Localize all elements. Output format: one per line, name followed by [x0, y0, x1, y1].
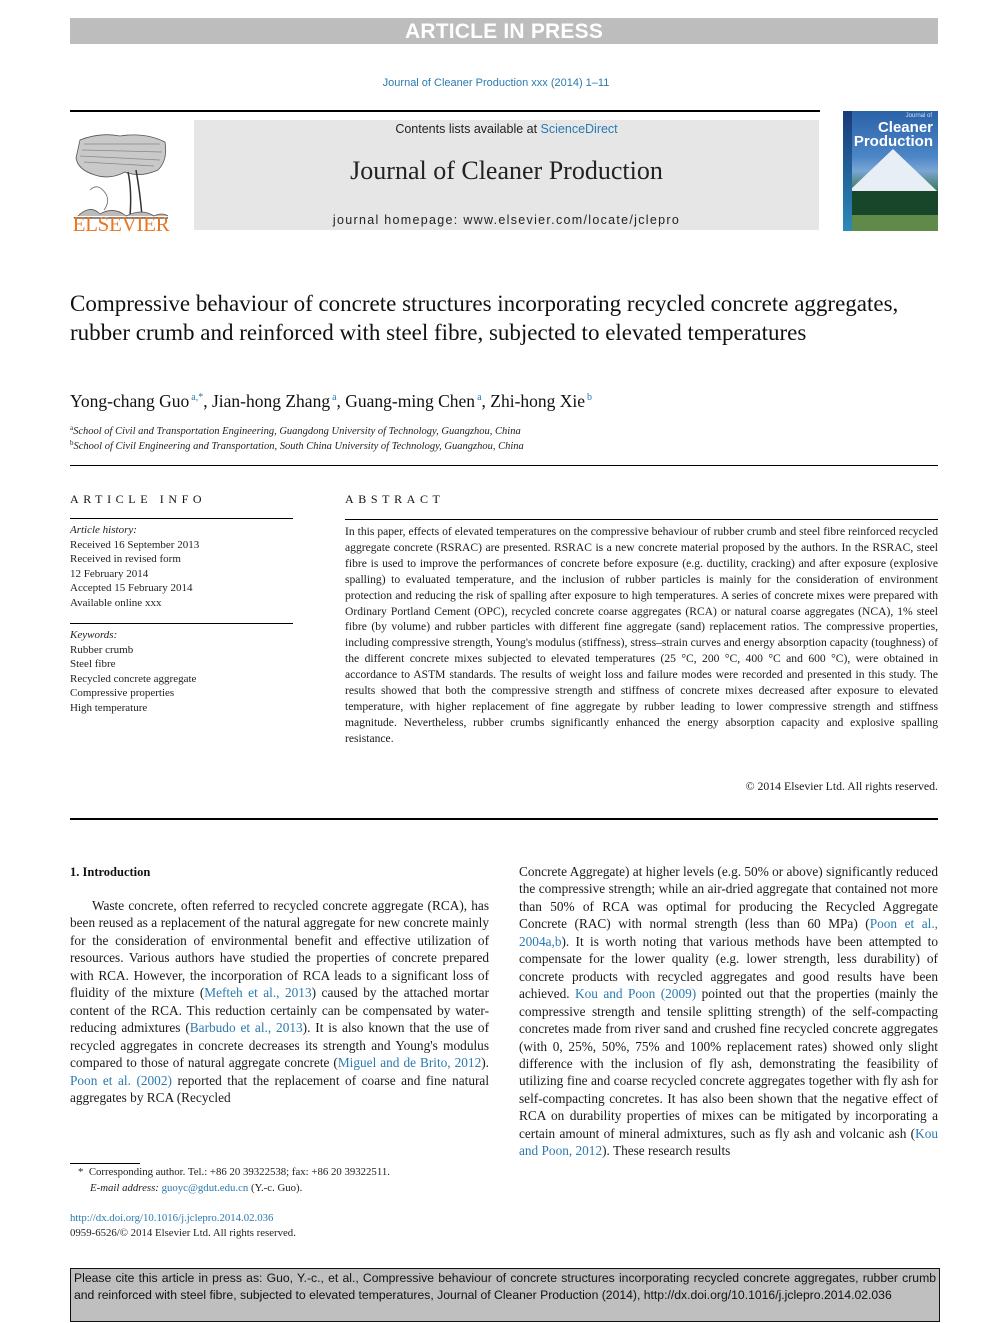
keyword: Recycled concrete aggregate [70, 672, 197, 685]
body-divider [70, 818, 938, 820]
author-name[interactable]: Yong-chang Guo [70, 391, 189, 411]
history-label: Article history: [70, 524, 137, 536]
cover-trees [843, 191, 938, 217]
citation-link[interactable]: Miguel and de Brito, 2012 [338, 1055, 481, 1070]
email-label: E-mail address: [90, 1181, 159, 1194]
body-text: ). These research results [602, 1143, 731, 1159]
email-suffix: (Y.-c. Guo). [248, 1181, 303, 1194]
section-divider [70, 465, 938, 466]
citation-notice-box: Please cite this article in press as: Gu… [70, 1268, 940, 1322]
author-affiliation-marker[interactable]: a,* [191, 392, 203, 403]
body-column-left: Waste concrete, often referred to recycl… [70, 897, 489, 1106]
cover-title: Cleaner Production [853, 120, 933, 150]
citation-notice-text: Please cite this article in press as: Gu… [74, 1271, 936, 1302]
cover-stripe [843, 111, 852, 231]
email-link[interactable]: guoyc@gdut.edu.cn [162, 1182, 249, 1194]
abstract-heading: ABSTRACT [345, 492, 445, 506]
contents-prefix: Contents lists available at [395, 122, 541, 136]
introduction-heading: 1. Introduction [70, 865, 151, 879]
keywords-rule [70, 623, 293, 624]
author-affiliation-marker[interactable]: a [477, 392, 481, 403]
journal-homepage: journal homepage: www.elsevier.com/locat… [194, 213, 819, 227]
issn-line: 0959-6526/© 2014 Elsevier Ltd. All right… [70, 1227, 296, 1239]
citation-link[interactable]: Kou and Poon (2009) [575, 986, 696, 1001]
author-affiliation-marker[interactable]: b [587, 392, 592, 403]
journal-reference-link[interactable]: Journal of Cleaner Production xxx (2014)… [0, 77, 992, 89]
affiliation: bSchool of Civil Engineering and Transpo… [70, 439, 524, 452]
author-affiliation-marker[interactable]: a [332, 392, 336, 403]
history-item: Available online xxx [70, 596, 162, 609]
keyword: Compressive properties [70, 687, 175, 699]
body-text: ). [481, 1055, 489, 1071]
author-list: Yong-chang Guo a,*, Jian-hong Zhang a, Gua… [70, 391, 593, 411]
citation-link[interactable]: Poon et al. (2002) [70, 1073, 172, 1088]
affiliation-text: School of Civil and Transportation Engin… [73, 426, 521, 437]
keyword: High temperature [70, 701, 148, 714]
corresponding-author-footnote: * Corresponding author. Tel.: +86 20 393… [78, 1165, 390, 1196]
paragraph: Waste concrete, often referred to recycl… [70, 897, 489, 1106]
journal-cover-image[interactable]: Journal of Cleaner Production [843, 111, 938, 231]
contents-line: Contents lists available at ScienceDirec… [194, 122, 819, 136]
affiliation-text: School of Civil Engineering and Transpor… [73, 441, 524, 452]
keywords-label: Keywords: [70, 629, 118, 641]
abstract-rule [345, 519, 938, 520]
header-rule [70, 110, 820, 112]
keyword: Steel fibre [70, 658, 116, 670]
author-name[interactable]: Zhi-hong Xie [490, 391, 585, 411]
footnote-rule [70, 1163, 140, 1164]
article-in-press-banner: ARTICLE IN PRESS [70, 18, 938, 44]
author-name[interactable]: Guang-ming Chen [345, 391, 475, 411]
elsevier-wordmark: ELSEVIER [72, 212, 170, 236]
history-item: Accepted 15 February 2014 [70, 582, 193, 594]
body-column-right: Concrete Aggregate) at higher levels (e.… [519, 863, 938, 1160]
history-item: Received in revised form [70, 553, 181, 565]
history-item: Received 16 September 2013 [70, 538, 200, 551]
journal-title: Journal of Cleaner Production [350, 156, 663, 185]
doi-link[interactable]: http://dx.doi.org/10.1016/j.jclepro.2014… [70, 1212, 273, 1224]
citation-link[interactable]: Barbudo et al., 2013 [190, 1020, 303, 1035]
cover-grass [843, 215, 938, 231]
affiliation: aSchool of Civil and Transportation Engi… [70, 424, 521, 437]
keyword: Rubber crumb [70, 643, 134, 656]
body-text: pointed out that the properties (mainly … [519, 986, 938, 1141]
citation-link[interactable]: Mefteh et al., 2013 [204, 985, 311, 1000]
footnote-marker: * [78, 1166, 84, 1178]
sciencedirect-link[interactable]: ScienceDirect [541, 122, 618, 136]
homepage-link[interactable]: www.elsevier.com/locate/jclepro [463, 213, 680, 227]
keywords-list: Keywords: Rubber crumb Steel fibre Recyc… [70, 628, 196, 715]
article-info-heading: ARTICLE INFO [70, 492, 207, 506]
homepage-prefix: journal homepage: [332, 213, 464, 227]
cover-title-line2: Production [853, 133, 933, 150]
footnote-contact: Corresponding author. Tel.: +86 20 39322… [88, 1166, 390, 1178]
author-name[interactable]: Jian-hong Zhang [212, 391, 330, 411]
abstract-text: In this paper, effects of elevated tempe… [345, 525, 938, 745]
abstract-copyright: © 2014 Elsevier Ltd. All rights reserved… [745, 779, 938, 793]
doi-block: http://dx.doi.org/10.1016/j.jclepro.2014… [70, 1211, 296, 1241]
article-title: Compressive behaviour of concrete struct… [70, 291, 899, 345]
article-history: Article history: Received 16 September 2… [70, 523, 199, 610]
article-info-rule [70, 518, 293, 519]
history-item: 12 February 2014 [70, 567, 149, 580]
paragraph: Concrete Aggregate) at higher levels (e.… [519, 863, 938, 1160]
cover-mountain [849, 149, 937, 191]
